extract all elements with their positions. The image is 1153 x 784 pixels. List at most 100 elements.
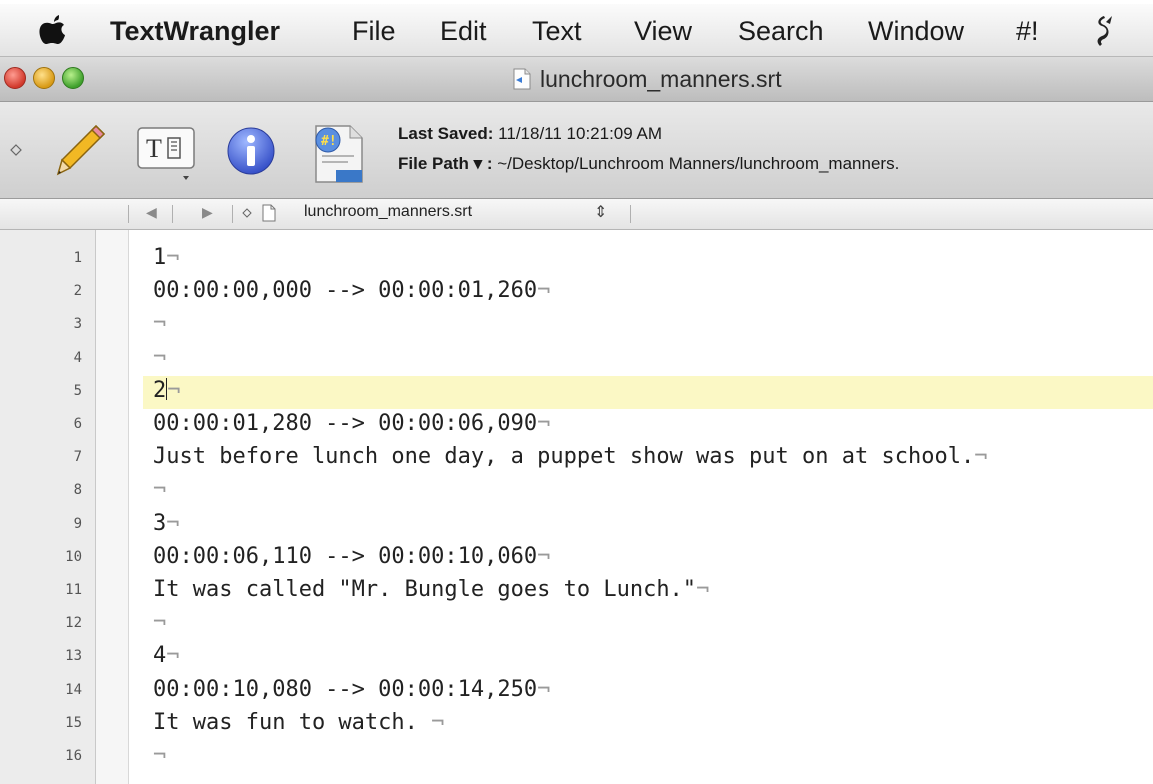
editor-line[interactable]: 8 ¬ <box>0 475 1153 508</box>
last-saved-info: Last Saved: 11/18/11 10:21:09 AM <box>398 124 662 144</box>
end-of-line-marker: ¬ <box>537 411 551 436</box>
back-arrow-icon[interactable]: ◀ <box>146 204 157 221</box>
line-number: 7 <box>73 449 82 466</box>
menu-file[interactable]: File <box>352 16 396 46</box>
end-of-line-marker: ¬ <box>696 577 710 602</box>
editor-line[interactable]: 6 00:00:01,280 --> 00:00:06,090¬ <box>0 409 1153 442</box>
menu-shebang[interactable]: #! <box>1016 16 1039 46</box>
document-proxy-icon[interactable] <box>512 68 532 90</box>
end-of-line-marker: ¬ <box>431 709 445 735</box>
svg-text:T: T <box>146 134 162 163</box>
pencil-icon[interactable] <box>52 122 108 178</box>
text-options-icon[interactable]: T <box>134 124 198 186</box>
line-content: 3 <box>153 510 167 536</box>
line-number: 8 <box>73 482 82 499</box>
line-text[interactable]: ¬ <box>153 743 166 768</box>
toolbar: T #! Last Saved: 11/18/11 10:21:09 AM Fi… <box>0 102 1153 199</box>
editor-line[interactable]: 4 ¬ <box>0 343 1153 376</box>
window-title: lunchroom_manners.srt <box>540 66 782 92</box>
line-content: 4 <box>153 643 167 669</box>
line-number: 4 <box>73 349 82 366</box>
file-path-info[interactable]: File Path ▾ : ~/Desktop/Lunchroom Manner… <box>398 154 899 174</box>
line-content: 00:00:10,080 --> 00:00:14,250 <box>153 676 538 702</box>
file-path-value: ~/Desktop/Lunchroom Manners/lunchroom_ma… <box>497 154 900 173</box>
zoom-window-button[interactable] <box>62 67 84 89</box>
line-content: 00:00:06,110 --> 00:00:10,060 <box>153 543 538 569</box>
line-text[interactable]: ¬ <box>153 345 166 370</box>
line-text[interactable]: 00:00:01,280 --> 00:00:06,090¬ <box>153 411 550 436</box>
end-of-line-marker: ¬ <box>537 676 551 702</box>
end-of-line-marker: ¬ <box>153 344 167 370</box>
line-number: 3 <box>73 316 82 333</box>
line-number: 13 <box>65 648 82 665</box>
close-window-button[interactable] <box>4 67 26 89</box>
line-text[interactable]: It was fun to watch. ¬ <box>153 710 444 735</box>
line-content: Just before lunch one day, a puppet show… <box>153 444 975 470</box>
last-saved-label: Last Saved: <box>398 124 494 143</box>
line-text[interactable]: 2¬ <box>153 377 181 403</box>
menu-edit[interactable]: Edit <box>440 16 487 46</box>
editor-line[interactable]: 15 It was fun to watch. ¬ <box>0 708 1153 741</box>
line-text[interactable]: 00:00:10,080 --> 00:00:14,250¬ <box>153 677 550 702</box>
editor-line[interactable]: 3 ¬ <box>0 309 1153 342</box>
line-text[interactable]: 4¬ <box>153 643 180 668</box>
editor-line[interactable]: 14 00:00:10,080 --> 00:00:14,250¬ <box>0 675 1153 708</box>
line-number: 11 <box>65 582 82 598</box>
updown-chevron-icon[interactable]: ⇕ <box>594 202 607 222</box>
file-icon[interactable] <box>262 204 276 222</box>
line-number: 6 <box>73 416 82 432</box>
line-number: 10 <box>65 548 82 565</box>
line-number: 14 <box>65 681 82 698</box>
file-path-label[interactable]: File Path ▾ : <box>398 154 493 173</box>
line-text[interactable]: ¬ <box>153 610 166 635</box>
nav-divider <box>232 205 233 223</box>
editor-line[interactable]: 11 It was called "Mr. Bungle goes to Lunc… <box>0 575 1153 608</box>
menu-text[interactable]: Text <box>532 16 582 46</box>
document-popup[interactable]: lunchroom_manners.srt <box>304 203 472 221</box>
line-number: 12 <box>65 615 82 632</box>
window-title-bar[interactable]: lunchroom_manners.srt <box>0 57 1153 102</box>
line-text[interactable]: 3¬ <box>153 511 180 536</box>
info-icon[interactable] <box>226 126 276 176</box>
line-content: It was fun to watch. <box>153 709 432 735</box>
forward-arrow-icon[interactable]: ▶ <box>202 204 213 221</box>
end-of-line-marker: ¬ <box>974 444 988 470</box>
end-of-line-marker: ¬ <box>166 643 180 669</box>
script-menu-icon[interactable] <box>1090 14 1116 48</box>
nav-divider <box>172 205 173 223</box>
minimize-window-button[interactable] <box>33 67 55 89</box>
editor-line[interactable]: 2 00:00:00,000 --> 00:00:01,260¬ <box>0 276 1153 309</box>
line-number: 15 <box>65 714 82 731</box>
line-text[interactable]: 1¬ <box>153 245 180 270</box>
editor-line[interactable]: 7 Just before lunch one day, a puppet sho… <box>0 442 1153 475</box>
apple-menu-icon[interactable] <box>34 14 70 46</box>
editor-line[interactable]: 10 00:00:06,110 --> 00:00:10,060¬ <box>0 542 1153 575</box>
menu-view[interactable]: View <box>634 16 692 46</box>
end-of-line-marker: ¬ <box>153 743 167 768</box>
editor-line[interactable]: 13 4¬ <box>0 641 1153 674</box>
end-of-line-marker: ¬ <box>167 377 181 403</box>
line-text[interactable]: It was called "Mr. Bungle goes to Lunch.… <box>153 577 709 602</box>
script-document-icon[interactable]: #! <box>302 120 370 186</box>
editor-line[interactable]: 9 3¬ <box>0 509 1153 542</box>
editor-line[interactable]: 5 2¬ <box>0 375 1153 409</box>
line-text[interactable]: 00:00:00,000 --> 00:00:01,260¬ <box>153 278 550 303</box>
nav-divider <box>630 205 631 223</box>
line-text[interactable]: ¬ <box>153 477 166 502</box>
line-text[interactable]: 00:00:06,110 --> 00:00:10,060¬ <box>153 544 550 569</box>
navigation-bar: ◀ ▶ lunchroom_manners.srt ⇕ <box>0 199 1153 230</box>
editor-line[interactable]: 1 1¬ <box>0 243 1153 276</box>
end-of-line-marker: ¬ <box>537 278 551 304</box>
line-content: 1 <box>153 245 167 270</box>
menu-window[interactable]: Window <box>868 16 964 46</box>
editor-line[interactable]: 12 ¬ <box>0 608 1153 641</box>
end-of-line-marker: ¬ <box>153 610 167 636</box>
line-number: 2 <box>73 283 82 300</box>
text-editor[interactable]: 1 1¬ 2 00:00:00,000 --> 00:00:01,260¬ 3 ¬ 4 ¬ 5 2… <box>0 230 1153 784</box>
line-text[interactable]: Just before lunch one day, a puppet show… <box>153 444 987 469</box>
line-text[interactable]: ¬ <box>153 311 166 336</box>
menu-search[interactable]: Search <box>738 16 824 46</box>
menu-app-textwrangler[interactable]: TextWrangler <box>110 16 280 46</box>
editor-line[interactable]: 16 ¬ <box>0 741 1153 774</box>
toolbar-toggle-diamond-icon[interactable] <box>10 144 22 156</box>
